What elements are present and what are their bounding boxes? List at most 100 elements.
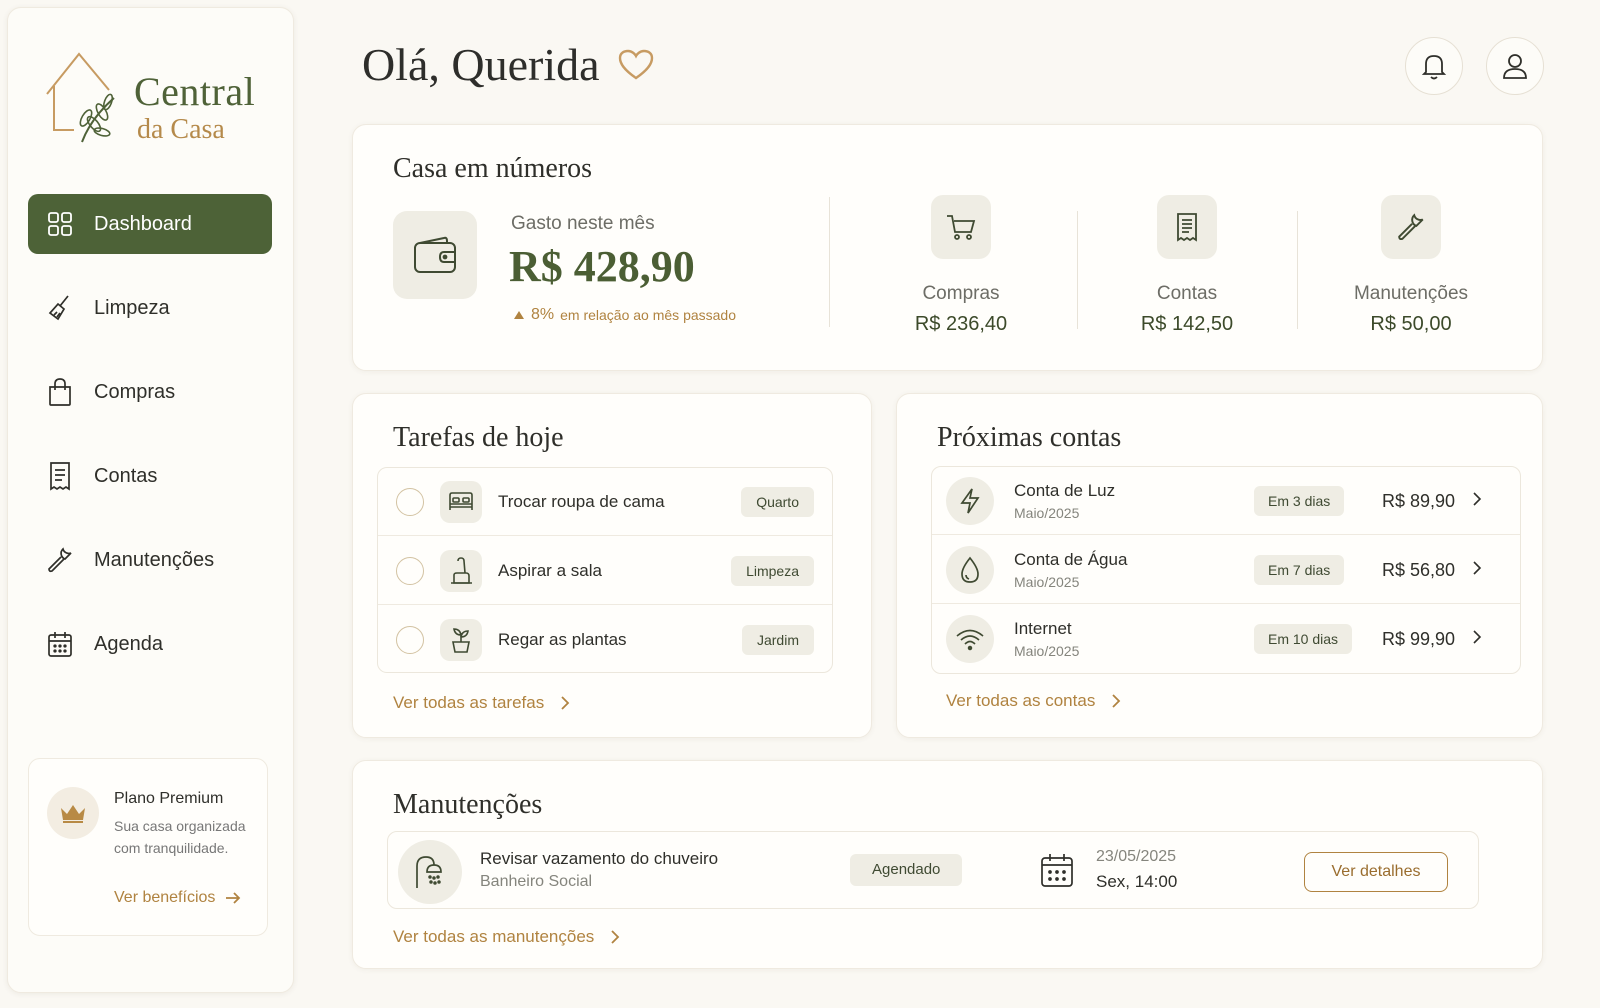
bill-period: Maio/2025 (1014, 574, 1080, 590)
change-percent: 8% (531, 306, 555, 323)
sidebar-item-limpeza[interactable]: Limpeza (28, 278, 272, 338)
spent-value: R$ 428,90 (509, 242, 695, 291)
chevron-right-icon[interactable] (1472, 560, 1482, 576)
task-tag: Limpeza (731, 556, 814, 586)
logo-subtitle: da Casa (137, 114, 225, 145)
triangle-up-icon (514, 311, 524, 319)
stat-contas: Contas R$ 142,50 (1087, 195, 1287, 336)
bill-value: R$ 89,90 (1382, 491, 1456, 511)
sidebar-nav: Dashboard Limpeza Compras Contas Manuten… (28, 194, 272, 698)
view-all-tasks-link[interactable]: Ver todas as tarefas (393, 693, 570, 713)
logo-title: Central (134, 69, 256, 114)
view-details-button[interactable]: Ver detalhes (1304, 852, 1448, 892)
bell-icon (1421, 55, 1447, 80)
notifications-button[interactable] (1405, 37, 1463, 95)
task-row: Trocar roupa de cama Quarto (378, 468, 832, 536)
wallet-icon (393, 211, 477, 299)
receipt-icon (46, 462, 74, 491)
receipt-icon (1157, 195, 1217, 259)
wrench-icon (1381, 195, 1441, 259)
crown-icon (47, 787, 99, 839)
stat-value: R$ 50,00 (1370, 313, 1452, 335)
sidebar-item-label: Dashboard (94, 212, 192, 235)
heart-icon (618, 49, 654, 81)
change-text: em relação ao mês passado (560, 307, 736, 323)
task-label: Aspirar a sala (498, 561, 602, 580)
view-all-maintenance-link[interactable]: Ver todas as manutenções (393, 927, 620, 947)
calendar-icon (1041, 854, 1073, 887)
sidebar-item-label: Manutenções (94, 548, 215, 571)
profile-button[interactable] (1486, 37, 1544, 95)
bill-name: Conta de Luz (1014, 481, 1116, 500)
stat-manutencoes: Manutenções R$ 50,00 (1311, 195, 1511, 336)
bill-name: Internet (1014, 619, 1072, 638)
bill-due-tag: Em 10 dias (1254, 624, 1353, 654)
task-checkbox[interactable] (396, 488, 424, 516)
maintenance-row: Revisar vazamento do chuveiro Banheiro S… (387, 831, 1479, 909)
card-title: Próximas contas (937, 422, 1122, 453)
maintenance-title: Revisar vazamento do chuveiro (480, 849, 719, 868)
chevron-right-icon[interactable] (1472, 491, 1482, 507)
card-title: Tarefas de hoje (393, 422, 564, 453)
task-label: Trocar roupa de cama (498, 492, 665, 511)
wrench-icon (46, 546, 74, 574)
bill-value: R$ 56,80 (1382, 560, 1456, 580)
bed-icon (440, 481, 482, 523)
calendar-icon (46, 630, 74, 658)
spent-change: 8% em relação ao mês passado (513, 306, 736, 324)
sidebar-item-label: Agenda (94, 632, 163, 655)
premium-title: Plano Premium (114, 790, 224, 807)
view-benefits-link[interactable]: Ver benefícios (114, 889, 241, 907)
tasks-card: Tarefas de hoje Trocar roupa de cama Qua… (352, 393, 872, 738)
view-benefits-label: Ver benefícios (114, 889, 216, 906)
task-row: Aspirar a sala Limpeza (378, 537, 832, 605)
bill-name: Conta de Água (1014, 550, 1128, 569)
bills-card: Próximas contas Conta de Luz Maio/2025 E… (896, 393, 1543, 738)
chevron-right-icon (1112, 694, 1121, 708)
cart-icon (931, 195, 991, 259)
stat-label: Compras (922, 283, 1000, 304)
sidebar-item-compras[interactable]: Compras (28, 362, 272, 422)
logo[interactable]: Central da Casa (44, 46, 274, 156)
water-drop-icon (946, 546, 994, 594)
sidebar-item-dashboard[interactable]: Dashboard (28, 194, 272, 254)
sidebar: Central da Casa Dashboard Limpeza Compra… (7, 7, 294, 993)
view-all-maintenance-label: Ver todas as manutenções (393, 927, 595, 946)
home-numbers-card: Casa em números Gasto neste mês R$ 428,9… (352, 124, 1543, 371)
broom-icon (46, 294, 74, 322)
shopping-bag-icon (46, 378, 74, 406)
sidebar-item-agenda[interactable]: Agenda (28, 614, 272, 674)
sidebar-item-label: Limpeza (94, 296, 170, 319)
spent-label: Gasto neste mês (511, 213, 655, 234)
shower-icon (398, 840, 462, 904)
house-leaf-logo-icon (46, 52, 115, 143)
bill-row[interactable]: Conta de Água Maio/2025 Em 7 dias R$ 56,… (932, 536, 1520, 604)
divider (829, 197, 830, 327)
bill-period: Maio/2025 (1014, 505, 1080, 521)
task-checkbox[interactable] (396, 626, 424, 654)
sidebar-item-contas[interactable]: Contas (28, 446, 272, 506)
vacuum-icon (440, 550, 482, 592)
tasks-list: Trocar roupa de cama Quarto Aspirar a sa… (377, 467, 833, 673)
sidebar-item-label: Compras (94, 380, 176, 403)
bill-row[interactable]: Internet Maio/2025 Em 10 dias R$ 99,90 (932, 605, 1520, 673)
task-checkbox[interactable] (396, 557, 424, 585)
stat-compras: Compras R$ 236,40 (861, 195, 1061, 336)
chevron-right-icon[interactable] (1472, 629, 1482, 645)
arrow-right-icon (226, 892, 241, 904)
task-tag: Jardim (741, 625, 814, 655)
lightning-icon (946, 477, 994, 525)
sidebar-item-label: Contas (94, 464, 158, 487)
page-title: Olá, Querida (362, 38, 654, 91)
maintenance-time: Sex, 14:00 (1096, 872, 1178, 891)
chevron-right-icon (561, 696, 570, 710)
bills-list: Conta de Luz Maio/2025 Em 3 dias R$ 89,9… (931, 466, 1521, 674)
card-title: Casa em números (393, 153, 593, 184)
divider (1077, 211, 1078, 329)
bill-value: R$ 99,90 (1382, 629, 1456, 649)
view-all-bills-link[interactable]: Ver todas as contas (946, 691, 1121, 711)
bill-due-tag: Em 3 dias (1254, 486, 1345, 516)
bill-row[interactable]: Conta de Luz Maio/2025 Em 3 dias R$ 89,9… (932, 467, 1520, 535)
sidebar-item-manutencoes[interactable]: Manutenções (28, 530, 272, 590)
plant-icon (440, 619, 482, 661)
